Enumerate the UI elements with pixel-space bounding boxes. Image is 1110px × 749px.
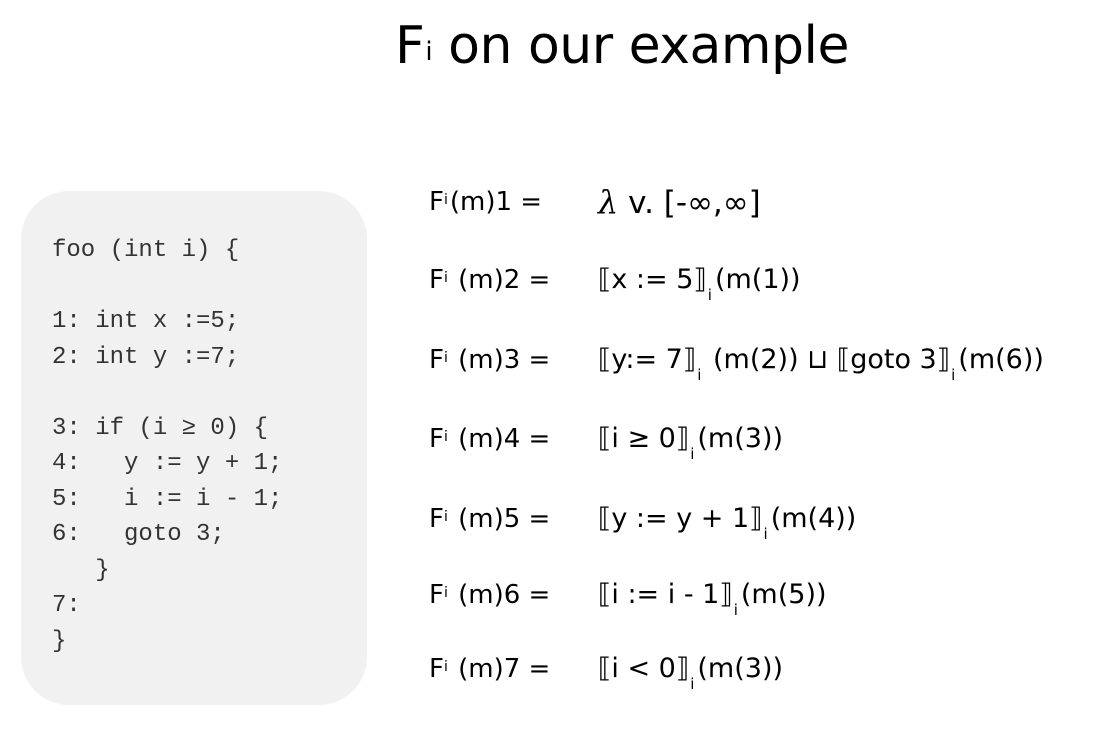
rhs-subscript: i bbox=[733, 601, 738, 620]
rhs-segment: (m(4)) bbox=[770, 503, 857, 534]
equation-rhs: ⟦i ≥ 0⟧i(m(3)) bbox=[598, 419, 783, 468]
equation-rhs: ⟦y := y + 1⟧i(m(4)) bbox=[598, 499, 856, 548]
rhs-segment: v. [-∞,∞] bbox=[618, 185, 761, 221]
equation-row: Fi (m)7 = ⟦i < 0⟧i(m(3)) bbox=[0, 649, 1110, 693]
lhs-superscript: i bbox=[443, 659, 448, 675]
title-rest: on our example bbox=[432, 16, 849, 76]
title-superscript: i bbox=[425, 37, 433, 67]
equation-lhs: Fi (m)4 = bbox=[429, 419, 550, 459]
title-main: F bbox=[395, 16, 425, 76]
lhs-superscript: i bbox=[443, 509, 448, 525]
rhs-segment: ⟦x := 5⟧ bbox=[598, 264, 707, 295]
rhs-segment: (m(1)) bbox=[714, 264, 801, 295]
equation-rhs: ⟦i < 0⟧i(m(3)) bbox=[598, 649, 783, 698]
rhs-segment: (m(5)) bbox=[740, 579, 827, 610]
lhs-rest: (m)2 = bbox=[449, 265, 551, 295]
rhs-subscript: i bbox=[697, 366, 702, 385]
rhs-segment: ⟦y := y + 1⟧ bbox=[598, 503, 763, 534]
equation-row: Fi(m)1 = λ v. [-∞,∞] bbox=[0, 182, 1110, 222]
rhs-subscript: i bbox=[690, 675, 695, 694]
lhs-function: F bbox=[429, 265, 444, 295]
lhs-function: F bbox=[429, 654, 444, 684]
lhs-function: F bbox=[429, 580, 444, 610]
lhs-rest: (m)5 = bbox=[449, 504, 551, 534]
equation-rhs: ⟦x := 5⟧i(m(1)) bbox=[598, 260, 801, 309]
rhs-segment: ⟦i < 0⟧ bbox=[598, 653, 690, 684]
equation-rhs: ⟦i := i - 1⟧i(m(5)) bbox=[598, 575, 827, 624]
equation-lhs: Fi(m)1 = bbox=[429, 182, 542, 222]
rhs-subscript: i bbox=[763, 525, 768, 544]
equation-row: Fi (m)2 = ⟦x := 5⟧i(m(1)) bbox=[0, 260, 1110, 304]
rhs-subscript: i bbox=[690, 445, 695, 464]
rhs-segment: (m(6)) bbox=[958, 344, 1044, 375]
lhs-rest: (m)7 = bbox=[449, 654, 551, 684]
equation-rhs: λ v. [-∞,∞] bbox=[598, 182, 761, 225]
rhs-subscript: i bbox=[707, 286, 712, 305]
lhs-superscript: i bbox=[443, 350, 448, 366]
equation-row: Fi (m)3 = ⟦y:= 7⟧i (m(2)) ⊔ ⟦goto 3⟧i(m(6… bbox=[0, 340, 1110, 384]
lhs-superscript: i bbox=[443, 270, 448, 286]
lhs-superscript: i bbox=[443, 429, 448, 445]
lhs-rest: (m)3 = bbox=[449, 345, 551, 375]
equation-row: Fi (m)6 = ⟦i := i - 1⟧i(m(5)) bbox=[0, 575, 1110, 619]
rhs-segment: (m(3)) bbox=[697, 423, 784, 454]
equation-lhs: Fi (m)7 = bbox=[429, 649, 550, 689]
lhs-function: F bbox=[429, 345, 444, 375]
lhs-superscript: i bbox=[443, 192, 448, 208]
equation-rhs: ⟦y:= 7⟧i (m(2)) ⊔ ⟦goto 3⟧i(m(6)) bbox=[598, 340, 1044, 389]
rhs-segment: ⟦i ≥ 0⟧ bbox=[598, 423, 690, 454]
equation-lhs: Fi (m)2 = bbox=[429, 260, 550, 300]
equation-row: Fi (m)4 = ⟦i ≥ 0⟧i(m(3)) bbox=[0, 419, 1110, 463]
lhs-function: F bbox=[429, 424, 444, 454]
lhs-rest: (m)1 = bbox=[449, 187, 543, 217]
rhs-segment: λ bbox=[598, 183, 619, 221]
equation-lhs: Fi (m)3 = bbox=[429, 340, 550, 380]
equation-lhs: Fi (m)5 = bbox=[429, 499, 550, 539]
lhs-superscript: i bbox=[443, 585, 448, 601]
lhs-function: F bbox=[429, 504, 444, 534]
code-line: 1: int x :=5; bbox=[52, 308, 240, 335]
lhs-function: F bbox=[429, 187, 444, 217]
equation-lhs: Fi (m)6 = bbox=[429, 575, 550, 615]
lhs-rest: (m)6 = bbox=[449, 580, 551, 610]
equation-row: Fi (m)5 = ⟦y := y + 1⟧i(m(4)) bbox=[0, 499, 1110, 543]
rhs-segment: (m(3)) bbox=[697, 653, 784, 684]
rhs-segment: ⟦y:= 7⟧ bbox=[598, 344, 697, 375]
rhs-segment: ⟦i := i - 1⟧ bbox=[598, 579, 733, 610]
rhs-segment: (m(2)) ⊔ ⟦goto 3⟧ bbox=[704, 344, 951, 375]
rhs-subscript: i bbox=[951, 366, 956, 385]
lhs-rest: (m)4 = bbox=[449, 424, 551, 454]
slide-title: Fi on our example bbox=[0, 14, 1110, 78]
